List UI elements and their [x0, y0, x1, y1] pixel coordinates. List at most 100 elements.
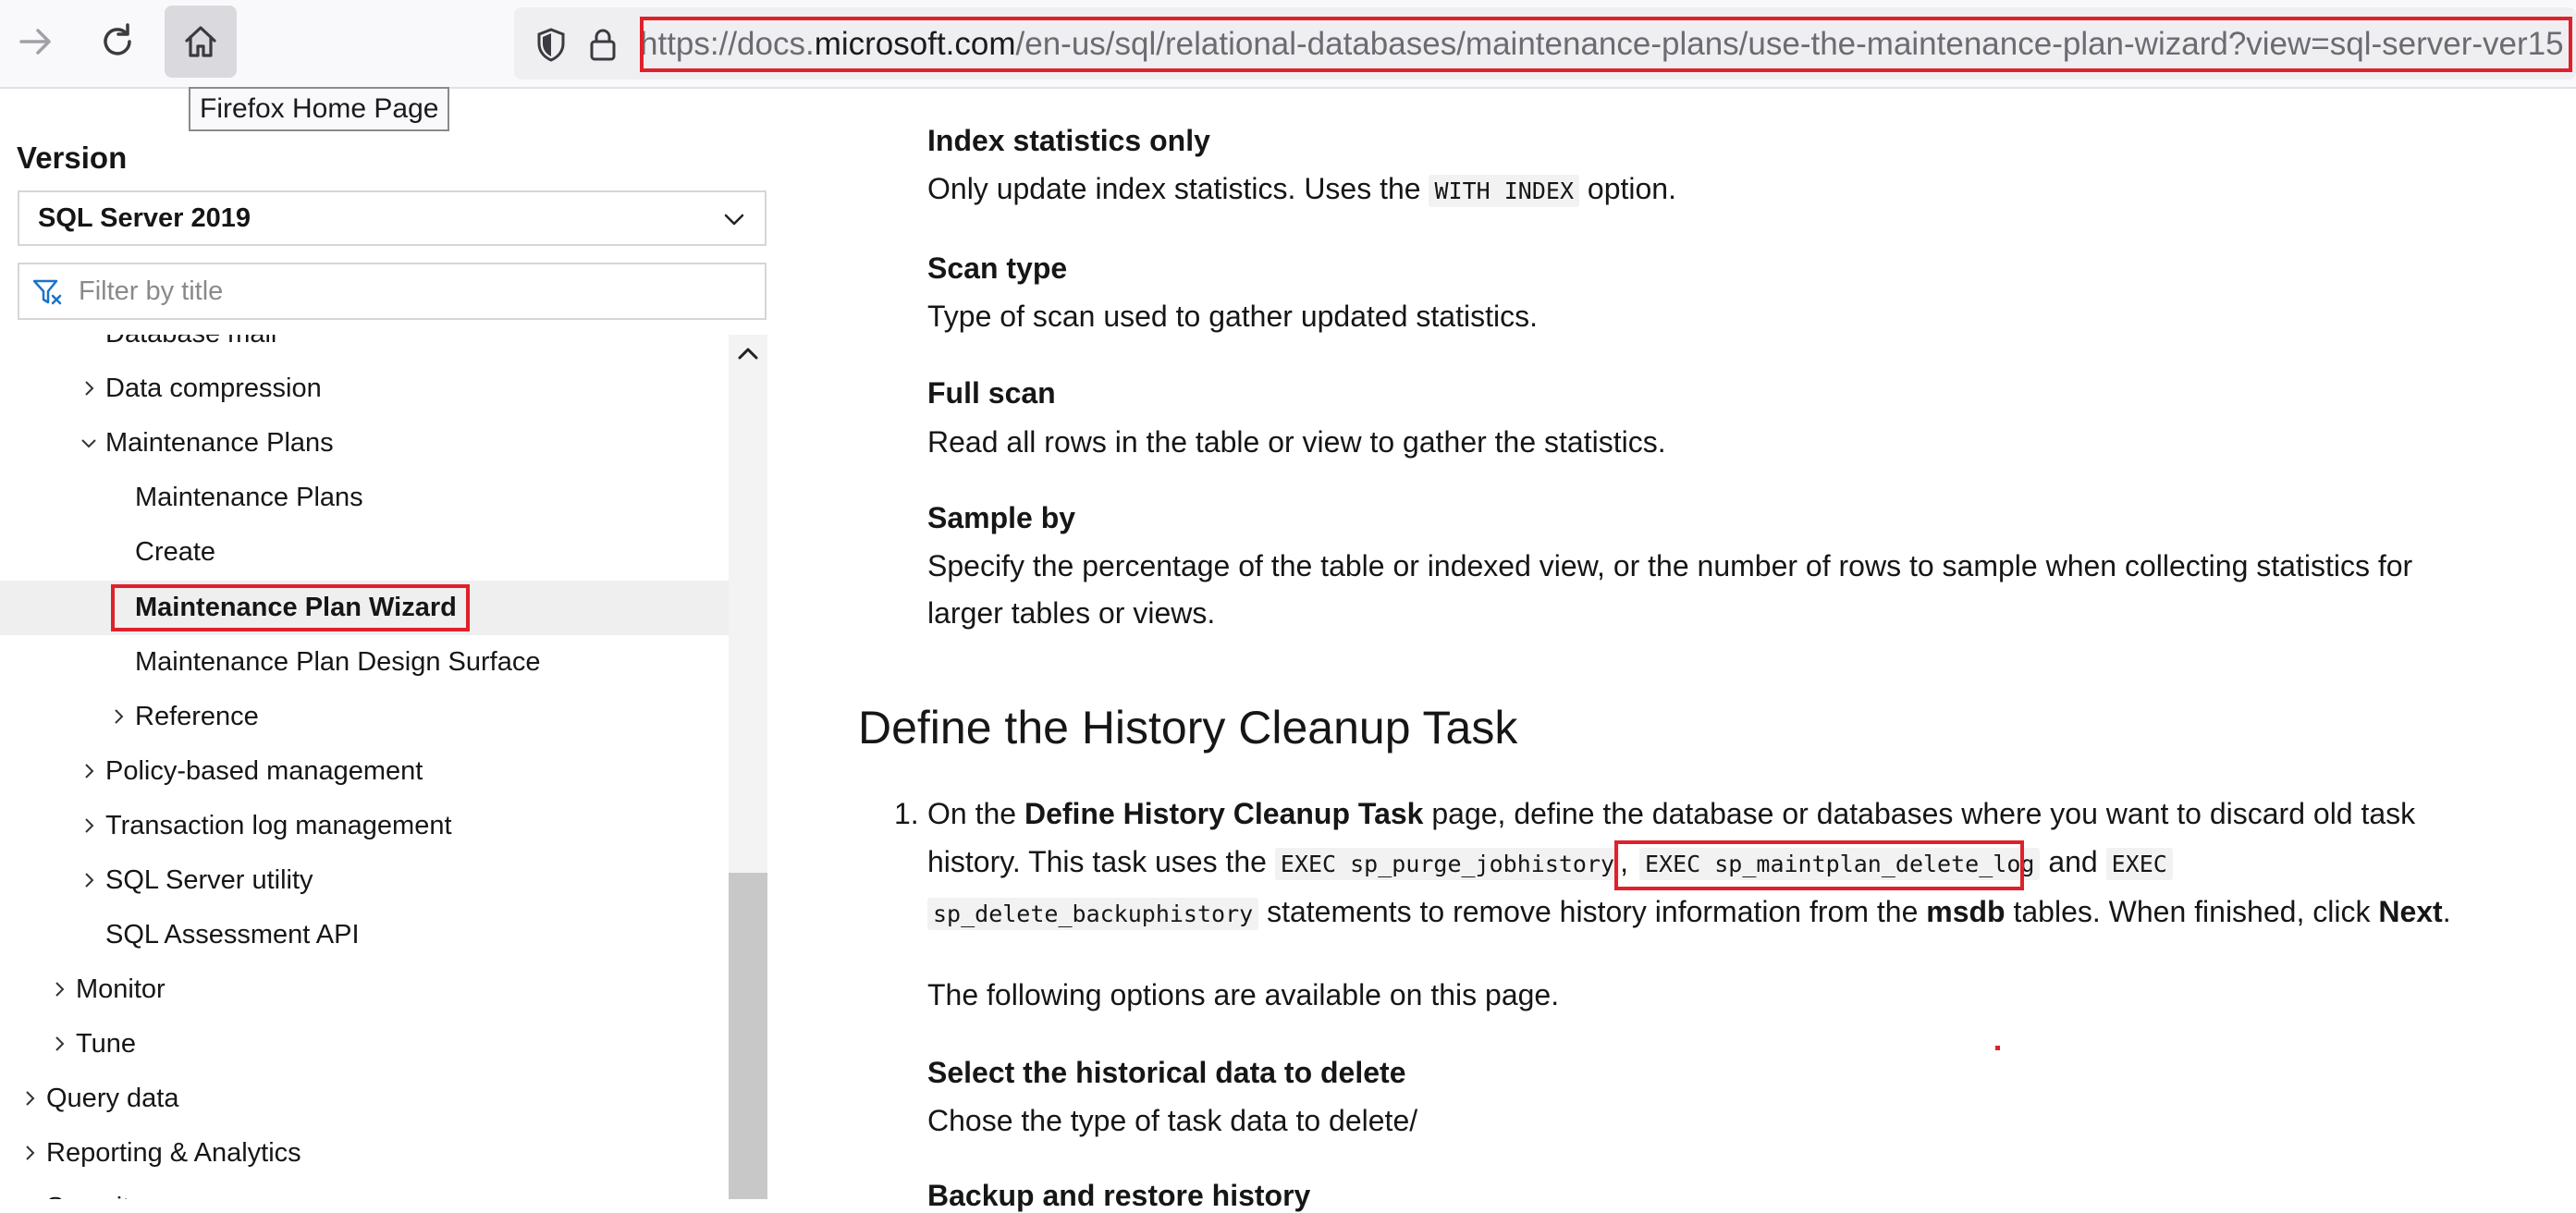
toc-item-create[interactable]: Create — [0, 525, 729, 580]
full-scan-title: Full scan — [927, 376, 1056, 410]
options-intro: The following options are available on t… — [927, 978, 1560, 1011]
filter-placeholder: Filter by title — [79, 276, 224, 306]
chevron-right-icon — [115, 709, 124, 724]
toc-item-reference[interactable]: Reference — [0, 690, 729, 744]
chevron-up-icon[interactable] — [734, 340, 762, 368]
reload-icon — [104, 23, 131, 55]
sample-by-desc-line1: Specify the percentage of the table or i… — [927, 549, 2413, 582]
toc-item-design-surface[interactable]: Maintenance Plan Design Surface — [0, 635, 729, 690]
msdb-bold: msdb — [1926, 895, 2006, 928]
toc-item-query-data[interactable]: Query data — [0, 1072, 729, 1126]
chevron-right-icon — [26, 1146, 35, 1160]
toc-label: Security — [46, 1181, 143, 1199]
home-tooltip: Firefox Home Page — [189, 87, 450, 131]
toc-highlight-box — [111, 584, 470, 631]
toc-label: Monitor — [76, 974, 166, 1004]
home-icon — [185, 26, 216, 57]
next-bold: Next — [2378, 895, 2443, 928]
toc-item-sql-assessment-api[interactable]: SQL Assessment API — [0, 908, 729, 962]
toc-label: Reporting & Analytics — [46, 1138, 301, 1168]
filter-input[interactable]: Filter by title — [18, 263, 767, 320]
chevron-right-icon — [85, 764, 94, 778]
select-hist-title: Select the historical data to delete — [927, 1056, 1406, 1089]
toc-item-reporting-analytics[interactable]: Reporting & Analytics — [0, 1126, 729, 1181]
version-value: SQL Server 2019 — [38, 203, 251, 233]
index-stats-desc: Only update index statistics. Uses the W… — [927, 172, 1676, 207]
toc-item-transaction-log-management[interactable]: Transaction log management — [0, 799, 729, 853]
toc-item-policy-based-management[interactable]: Policy-based management — [0, 744, 729, 799]
chevron-down-icon — [724, 214, 744, 226]
inline-code: sp_delete_backuphistory — [927, 898, 1259, 930]
toc-label: Query data — [46, 1084, 179, 1113]
toc-item-maintenance-plans[interactable]: Maintenance Plans — [0, 471, 729, 525]
scan-type-title: Scan type — [927, 251, 1068, 285]
version-select[interactable]: SQL Server 2019 — [18, 190, 767, 246]
inline-code: EXEC sp_purge_jobhistory — [1274, 848, 1621, 880]
toc-item-tune[interactable]: Tune — [0, 1017, 729, 1072]
full-scan-desc: Read all rows in the table or view to ga… — [927, 425, 1666, 459]
text: statements to remove history information… — [1258, 895, 1927, 928]
chevron-right-icon — [85, 818, 94, 833]
text: history. This task uses the — [927, 845, 1275, 878]
list-number: 1. — [894, 797, 919, 830]
url-highlight-box — [640, 17, 2572, 72]
toc-label: Create — [135, 537, 216, 567]
step-line1: On the Define History Cleanup Task page,… — [927, 797, 2415, 831]
arrow-right-icon — [19, 29, 51, 55]
text: page, define the database or databases w… — [1423, 797, 2416, 830]
toc-label: Maintenance Plans — [135, 483, 363, 512]
shield-icon[interactable] — [531, 24, 571, 65]
toc-label: SQL Server utility — [105, 865, 313, 895]
chevron-right-icon — [55, 1036, 65, 1051]
chevron-right-icon — [85, 873, 94, 888]
chevron-right-icon — [26, 1091, 35, 1106]
toc-label: Maintenance Plans — [105, 428, 334, 458]
toc-item-monitor[interactable]: Monitor — [0, 962, 729, 1017]
toc-item-maintenance-plans-folder[interactable]: Maintenance Plans — [0, 416, 729, 471]
scan-type-desc: Type of scan used to gather updated stat… — [927, 300, 1538, 333]
toc-item-database-mail[interactable]: Database mail — [0, 335, 729, 361]
toc-item-maintenance-plan-wizard[interactable]: Maintenance Plan Wizard — [0, 581, 729, 635]
scroll-thumb[interactable] — [729, 873, 767, 1199]
toc-label: Transaction log management — [105, 811, 452, 840]
step-line3: sp_delete_backuphistory statements to re… — [927, 895, 2451, 930]
toc-label: Database mail — [105, 335, 276, 361]
toc-label: Tune — [76, 1029, 137, 1059]
chevron-right-icon — [55, 982, 65, 997]
reload-button[interactable] — [81, 6, 153, 78]
forward-button[interactable] — [0, 6, 72, 78]
filter-icon — [32, 279, 62, 305]
toc-item-sql-server-utility[interactable]: SQL Server utility — [0, 853, 729, 908]
table-of-contents: Database mail Data compression Maintenan… — [0, 335, 729, 1199]
sample-by-desc-line2: larger tables or views. — [927, 596, 1216, 630]
inline-code: WITH INDEX — [1429, 175, 1579, 207]
text: and — [2040, 845, 2106, 878]
code-highlight-box — [1614, 840, 2024, 890]
toc-label: Maintenance Plan Design Surface — [135, 647, 541, 677]
chevron-down-icon — [81, 439, 96, 448]
backup-restore-title: Backup and restore history — [927, 1179, 1311, 1212]
text: On the — [927, 797, 1024, 830]
lock-icon[interactable] — [583, 24, 623, 65]
version-label: Version — [17, 141, 128, 175]
text: Only update index statistics. Uses the — [927, 172, 1429, 205]
chevron-right-icon — [85, 381, 94, 396]
toc-label: Data compression — [105, 374, 322, 403]
text: option. — [1579, 172, 1676, 205]
toc-scrollbar[interactable] — [729, 335, 767, 1199]
toc-label: Policy-based management — [105, 756, 423, 786]
page-name-bold: Define History Cleanup Task — [1024, 797, 1424, 830]
inline-code: EXEC — [2105, 848, 2173, 880]
select-hist-desc: Chose the type of task data to delete/ — [927, 1104, 1418, 1137]
section-heading: Define the History Cleanup Task — [858, 702, 1518, 754]
text: . — [2442, 895, 2451, 928]
toc-label: Reference — [135, 702, 259, 731]
toc-item-security[interactable]: Security — [0, 1181, 729, 1199]
text: tables. When finished, click — [2005, 895, 2379, 928]
sample-by-title: Sample by — [927, 501, 1076, 534]
red-dot-mark — [1995, 1046, 2000, 1050]
toc-label: SQL Assessment API — [105, 920, 360, 950]
index-stats-title: Index statistics only — [927, 124, 1210, 157]
toc-item-data-compression[interactable]: Data compression — [0, 361, 729, 416]
home-button[interactable] — [165, 6, 237, 78]
